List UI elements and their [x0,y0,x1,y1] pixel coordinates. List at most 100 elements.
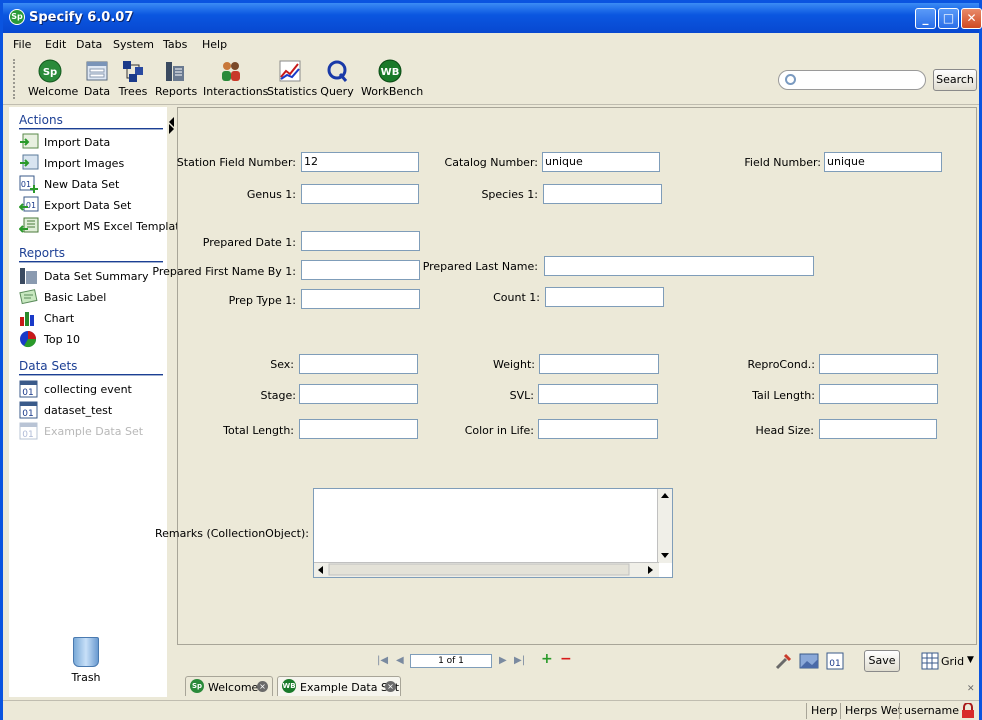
svg-text:WB: WB [381,67,400,78]
basic-label-icon [19,289,38,305]
statistics-chart-icon [279,60,301,82]
prepared-first-name-field[interactable] [301,260,420,280]
close-tab-icon[interactable]: × [385,681,396,692]
menu-help[interactable]: Help [202,38,227,51]
last-record-icon[interactable]: ▶| [514,655,525,666]
sidebar-divider [19,128,163,130]
menu-tabs[interactable]: Tabs [163,38,187,51]
title-bar: Sp Specify 6.0.07 _ □ ✕ [3,3,982,33]
sex-field[interactable] [299,354,418,374]
toolbar-grip[interactable] [13,59,17,99]
sex-label: Sex: [270,358,294,371]
menu-system[interactable]: System [113,38,154,51]
scroll-arrows-icon [661,493,669,558]
svg-text:01: 01 [22,409,33,419]
genus-label: Genus 1: [246,188,296,201]
svl-field[interactable] [538,384,658,404]
previous-record-icon[interactable]: ◀ [396,655,404,666]
head-size-label: Head Size: [755,424,814,437]
save-button[interactable]: Save [864,650,900,672]
toolbar-reports-button[interactable]: Reports [155,59,197,98]
add-record-icon[interactable]: + [541,651,553,667]
prep-type-label: Prep Type 1: [228,294,296,307]
first-record-icon[interactable]: |◀ [377,655,388,666]
svg-text:01: 01 [829,659,840,669]
data-set-icon[interactable]: 01 [825,651,845,671]
data-entry-form: Station Field Number: 12 Catalog Number:… [152,107,977,645]
field-number-label: Field Number: [744,156,821,169]
trash-can[interactable]: Trash [61,637,111,684]
tab-welcome[interactable]: Sp Welcome × [185,676,273,696]
close-window-button[interactable]: ✕ [961,8,982,29]
count-field[interactable] [545,287,664,307]
specify-logo-icon: Sp [9,9,25,25]
toolbar-workbench-button[interactable]: WB WorkBench [361,59,423,98]
import-data-icon [20,133,39,149]
menu-edit[interactable]: Edit [45,38,66,51]
image-attachment-icon[interactable] [799,651,819,671]
species-field[interactable] [543,184,662,204]
tab-example-data-set[interactable]: WB Example Data Set × [277,676,401,696]
window-title: Specify 6.0.07 [29,10,134,25]
next-record-icon[interactable]: ▶ [499,655,507,666]
toolbar-trees-button[interactable]: Trees [117,59,149,98]
toolbar-statistics-button[interactable]: Statistics [267,59,317,98]
app-window: Sp Specify 6.0.07 _ □ ✕ File Edit Data S… [0,0,982,720]
total-length-field[interactable] [299,419,418,439]
close-tab-icon[interactable]: × [257,681,268,692]
new-data-set-icon: 01 [19,175,38,193]
menu-file[interactable]: File [13,38,31,51]
chevron-down-icon[interactable]: ▼ [967,655,974,665]
remarks-horizontal-scrollbar[interactable] [314,562,659,577]
search-input[interactable] [778,70,926,90]
specify-welcome-icon: Sp [190,679,204,693]
tail-length-field[interactable] [819,384,938,404]
station-field-number-field[interactable]: 12 [301,152,419,172]
sidebar-reports-heading: Reports [19,246,66,260]
pie-chart-icon [20,331,37,348]
count-label: Count 1: [493,291,540,304]
delete-record-icon[interactable]: − [560,651,572,667]
menu-data[interactable]: Data [76,38,102,51]
genus-field[interactable] [301,184,419,204]
prepared-first-name-label: Prepared First Name By 1: [152,265,296,278]
catalog-number-field[interactable]: unique [542,152,660,172]
workbench-icon: WB [378,59,402,83]
bar-chart-icon [20,312,34,326]
field-number-field[interactable]: unique [824,152,942,172]
catalog-number-label: Catalog Number: [444,156,538,169]
prep-type-field[interactable] [301,289,420,309]
minimize-button[interactable]: _ [915,8,936,29]
station-field-number-label: Station Field Number: [176,156,296,169]
reprocond-field[interactable] [819,354,938,374]
prepared-date-label: Prepared Date 1: [202,236,296,249]
remarks-textarea[interactable] [313,488,673,578]
maximize-button[interactable]: □ [938,8,959,29]
toolbar-data-button[interactable]: Data [81,59,113,98]
status-username: username [904,704,959,717]
tools-icon[interactable] [774,651,794,671]
toolbar-interactions-button[interactable]: Interactions [203,59,268,98]
lock-icon[interactable] [961,703,975,719]
weight-label: Weight: [492,358,535,371]
toolbar-query-button[interactable]: Query [319,59,355,98]
close-all-tabs-icon[interactable]: ✕ [967,684,975,694]
grid-view-dropdown[interactable]: Grid [941,655,964,668]
status-collection: Herps Wet [845,704,903,717]
toolbar-welcome-button[interactable]: Sp Welcome [28,59,78,98]
expand-sidebar-right-icon[interactable] [169,124,174,134]
status-separator [806,703,807,719]
color-in-life-field[interactable] [538,419,658,439]
prepared-date-field[interactable] [301,231,420,251]
remarks-vertical-scrollbar[interactable] [657,489,672,563]
head-size-field[interactable] [819,419,937,439]
status-separator [840,703,841,719]
sidebar: Actions Import Data Import Images 01 New… [9,107,186,697]
search-button[interactable]: Search [933,69,977,91]
weight-field[interactable] [539,354,659,374]
stage-field[interactable] [299,384,418,404]
prepared-last-name-field[interactable] [544,256,814,276]
trash-icon [73,637,99,667]
data-set-summary-icon [20,268,37,284]
data-set-icon: 01 [19,380,38,398]
